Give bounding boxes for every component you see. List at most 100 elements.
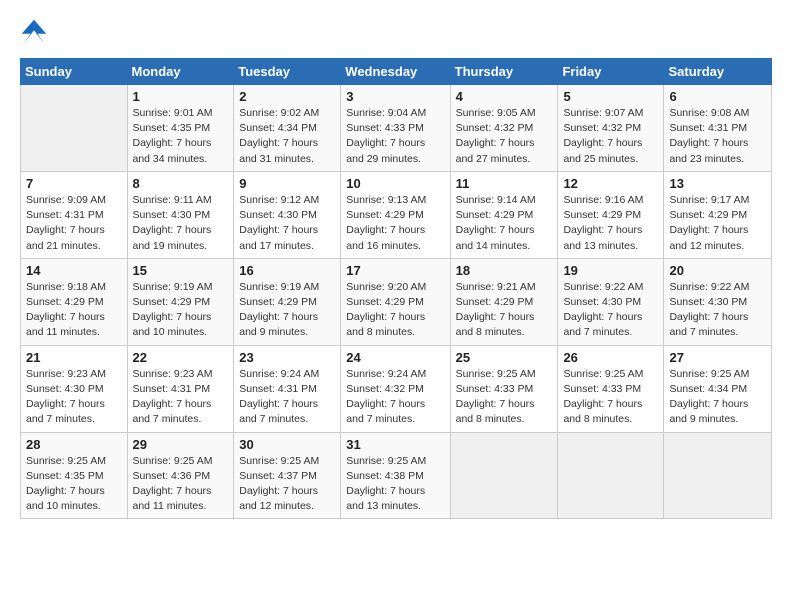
calendar-cell bbox=[21, 85, 128, 172]
day-info: Sunrise: 9:16 AMSunset: 4:29 PMDaylight:… bbox=[563, 193, 658, 254]
calendar-week-row: 7Sunrise: 9:09 AMSunset: 4:31 PMDaylight… bbox=[21, 171, 772, 258]
day-number: 11 bbox=[456, 176, 553, 191]
page: SundayMondayTuesdayWednesdayThursdayFrid… bbox=[0, 0, 792, 612]
calendar-header-row: SundayMondayTuesdayWednesdayThursdayFrid… bbox=[21, 59, 772, 85]
day-info: Sunrise: 9:24 AMSunset: 4:31 PMDaylight:… bbox=[239, 367, 335, 428]
weekday-header: Tuesday bbox=[234, 59, 341, 85]
calendar-cell: 9 Sunrise: 9:12 AMSunset: 4:30 PMDaylight… bbox=[234, 171, 341, 258]
calendar-cell: 23 Sunrise: 9:24 AMSunset: 4:31 PMDayligh… bbox=[234, 345, 341, 432]
day-number: 7 bbox=[26, 176, 122, 191]
day-number: 18 bbox=[456, 263, 553, 278]
day-number: 20 bbox=[669, 263, 766, 278]
day-info: Sunrise: 9:22 AMSunset: 4:30 PMDaylight:… bbox=[669, 280, 766, 341]
day-info: Sunrise: 9:25 AMSunset: 4:35 PMDaylight:… bbox=[26, 454, 122, 515]
day-number: 25 bbox=[456, 350, 553, 365]
day-info: Sunrise: 9:25 AMSunset: 4:34 PMDaylight:… bbox=[669, 367, 766, 428]
day-number: 5 bbox=[563, 89, 658, 104]
day-number: 17 bbox=[346, 263, 444, 278]
day-number: 13 bbox=[669, 176, 766, 191]
day-number: 2 bbox=[239, 89, 335, 104]
day-info: Sunrise: 9:19 AMSunset: 4:29 PMDaylight:… bbox=[239, 280, 335, 341]
day-number: 29 bbox=[133, 437, 229, 452]
calendar-cell: 2 Sunrise: 9:02 AMSunset: 4:34 PMDaylight… bbox=[234, 85, 341, 172]
day-info: Sunrise: 9:12 AMSunset: 4:30 PMDaylight:… bbox=[239, 193, 335, 254]
day-info: Sunrise: 9:23 AMSunset: 4:30 PMDaylight:… bbox=[26, 367, 122, 428]
day-info: Sunrise: 9:04 AMSunset: 4:33 PMDaylight:… bbox=[346, 106, 444, 167]
day-number: 23 bbox=[239, 350, 335, 365]
day-info: Sunrise: 9:17 AMSunset: 4:29 PMDaylight:… bbox=[669, 193, 766, 254]
day-info: Sunrise: 9:25 AMSunset: 4:33 PMDaylight:… bbox=[456, 367, 553, 428]
day-number: 3 bbox=[346, 89, 444, 104]
calendar-cell: 5 Sunrise: 9:07 AMSunset: 4:32 PMDaylight… bbox=[558, 85, 664, 172]
calendar-cell: 10 Sunrise: 9:13 AMSunset: 4:29 PMDayligh… bbox=[341, 171, 450, 258]
weekday-header: Monday bbox=[127, 59, 234, 85]
calendar-cell: 4 Sunrise: 9:05 AMSunset: 4:32 PMDaylight… bbox=[450, 85, 558, 172]
calendar-cell: 12 Sunrise: 9:16 AMSunset: 4:29 PMDayligh… bbox=[558, 171, 664, 258]
day-number: 9 bbox=[239, 176, 335, 191]
weekday-header: Sunday bbox=[21, 59, 128, 85]
day-number: 22 bbox=[133, 350, 229, 365]
day-number: 1 bbox=[133, 89, 229, 104]
day-info: Sunrise: 9:20 AMSunset: 4:29 PMDaylight:… bbox=[346, 280, 444, 341]
calendar-cell: 22 Sunrise: 9:23 AMSunset: 4:31 PMDayligh… bbox=[127, 345, 234, 432]
day-number: 19 bbox=[563, 263, 658, 278]
calendar-cell: 6 Sunrise: 9:08 AMSunset: 4:31 PMDaylight… bbox=[664, 85, 772, 172]
logo-icon bbox=[20, 18, 48, 46]
calendar-cell: 31 Sunrise: 9:25 AMSunset: 4:38 PMDayligh… bbox=[341, 432, 450, 519]
weekday-header: Wednesday bbox=[341, 59, 450, 85]
day-info: Sunrise: 9:25 AMSunset: 4:37 PMDaylight:… bbox=[239, 454, 335, 515]
calendar-cell: 13 Sunrise: 9:17 AMSunset: 4:29 PMDayligh… bbox=[664, 171, 772, 258]
calendar-cell: 28 Sunrise: 9:25 AMSunset: 4:35 PMDayligh… bbox=[21, 432, 128, 519]
day-number: 30 bbox=[239, 437, 335, 452]
day-info: Sunrise: 9:01 AMSunset: 4:35 PMDaylight:… bbox=[133, 106, 229, 167]
day-info: Sunrise: 9:21 AMSunset: 4:29 PMDaylight:… bbox=[456, 280, 553, 341]
calendar-cell bbox=[664, 432, 772, 519]
day-number: 21 bbox=[26, 350, 122, 365]
day-info: Sunrise: 9:24 AMSunset: 4:32 PMDaylight:… bbox=[346, 367, 444, 428]
day-number: 16 bbox=[239, 263, 335, 278]
calendar-cell: 21 Sunrise: 9:23 AMSunset: 4:30 PMDayligh… bbox=[21, 345, 128, 432]
calendar-week-row: 21 Sunrise: 9:23 AMSunset: 4:30 PMDayligh… bbox=[21, 345, 772, 432]
day-info: Sunrise: 9:19 AMSunset: 4:29 PMDaylight:… bbox=[133, 280, 229, 341]
day-info: Sunrise: 9:23 AMSunset: 4:31 PMDaylight:… bbox=[133, 367, 229, 428]
calendar-cell bbox=[450, 432, 558, 519]
day-info: Sunrise: 9:13 AMSunset: 4:29 PMDaylight:… bbox=[346, 193, 444, 254]
logo bbox=[20, 18, 52, 46]
calendar-cell: 29Sunrise: 9:25 AMSunset: 4:36 PMDayligh… bbox=[127, 432, 234, 519]
calendar-cell: 18 Sunrise: 9:21 AMSunset: 4:29 PMDayligh… bbox=[450, 258, 558, 345]
day-number: 4 bbox=[456, 89, 553, 104]
day-info: Sunrise: 9:02 AMSunset: 4:34 PMDaylight:… bbox=[239, 106, 335, 167]
day-number: 15 bbox=[133, 263, 229, 278]
calendar-week-row: 28 Sunrise: 9:25 AMSunset: 4:35 PMDayligh… bbox=[21, 432, 772, 519]
header bbox=[20, 18, 772, 46]
day-info: Sunrise: 9:25 AMSunset: 4:33 PMDaylight:… bbox=[563, 367, 658, 428]
calendar-cell: 30 Sunrise: 9:25 AMSunset: 4:37 PMDayligh… bbox=[234, 432, 341, 519]
calendar-cell: 24Sunrise: 9:24 AMSunset: 4:32 PMDayligh… bbox=[341, 345, 450, 432]
calendar-cell: 20 Sunrise: 9:22 AMSunset: 4:30 PMDayligh… bbox=[664, 258, 772, 345]
day-info: Sunrise: 9:22 AMSunset: 4:30 PMDaylight:… bbox=[563, 280, 658, 341]
calendar-cell: 16 Sunrise: 9:19 AMSunset: 4:29 PMDayligh… bbox=[234, 258, 341, 345]
day-info: Sunrise: 9:25 AMSunset: 4:38 PMDaylight:… bbox=[346, 454, 444, 515]
day-number: 31 bbox=[346, 437, 444, 452]
calendar-cell: 7Sunrise: 9:09 AMSunset: 4:31 PMDaylight… bbox=[21, 171, 128, 258]
day-number: 6 bbox=[669, 89, 766, 104]
day-number: 12 bbox=[563, 176, 658, 191]
calendar-cell: 11Sunrise: 9:14 AMSunset: 4:29 PMDayligh… bbox=[450, 171, 558, 258]
weekday-header: Saturday bbox=[664, 59, 772, 85]
weekday-header: Thursday bbox=[450, 59, 558, 85]
day-info: Sunrise: 9:11 AMSunset: 4:30 PMDaylight:… bbox=[133, 193, 229, 254]
day-number: 14 bbox=[26, 263, 122, 278]
calendar-cell: 19 Sunrise: 9:22 AMSunset: 4:30 PMDayligh… bbox=[558, 258, 664, 345]
day-number: 28 bbox=[26, 437, 122, 452]
calendar-week-row: 14Sunrise: 9:18 AMSunset: 4:29 PMDayligh… bbox=[21, 258, 772, 345]
day-info: Sunrise: 9:08 AMSunset: 4:31 PMDaylight:… bbox=[669, 106, 766, 167]
day-number: 27 bbox=[669, 350, 766, 365]
day-info: Sunrise: 9:05 AMSunset: 4:32 PMDaylight:… bbox=[456, 106, 553, 167]
day-number: 10 bbox=[346, 176, 444, 191]
day-info: Sunrise: 9:07 AMSunset: 4:32 PMDaylight:… bbox=[563, 106, 658, 167]
calendar-cell: 15 Sunrise: 9:19 AMSunset: 4:29 PMDayligh… bbox=[127, 258, 234, 345]
calendar-week-row: 1 Sunrise: 9:01 AMSunset: 4:35 PMDaylight… bbox=[21, 85, 772, 172]
calendar-cell: 8Sunrise: 9:11 AMSunset: 4:30 PMDaylight… bbox=[127, 171, 234, 258]
calendar-cell: 26Sunrise: 9:25 AMSunset: 4:33 PMDayligh… bbox=[558, 345, 664, 432]
calendar-cell: 27 Sunrise: 9:25 AMSunset: 4:34 PMDayligh… bbox=[664, 345, 772, 432]
